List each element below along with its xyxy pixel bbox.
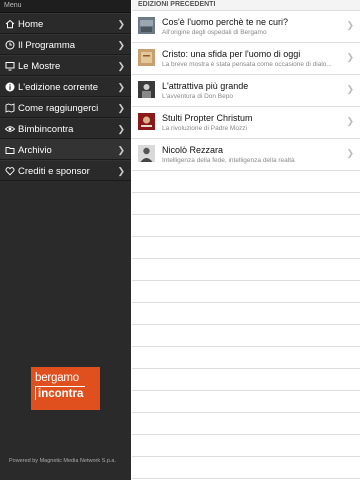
sidebar-item-label: Il Programma xyxy=(18,40,76,51)
eye-icon xyxy=(5,126,15,132)
sidebar-item-come-raggiungerci[interactable]: Come raggiungerci ❯ xyxy=(0,97,131,118)
chevron-right-icon: ❯ xyxy=(346,20,354,30)
list-item[interactable]: Nicolò Rezzara Intelligenza della fede, … xyxy=(132,139,360,171)
item-title: Stulti Propter Christum xyxy=(162,113,253,123)
sidebar-item-mostre[interactable]: Le Mostre ❯ xyxy=(0,55,131,76)
sidebar-item-label: Archivio xyxy=(18,145,52,156)
powered-by-text: Powered by Magnetic Media Network S.p.a. xyxy=(9,458,116,464)
screen-icon xyxy=(5,62,15,71)
sidebar-item-archivio[interactable]: Archivio ❯ xyxy=(0,139,131,160)
chevron-right-icon: ❯ xyxy=(346,84,354,94)
empty-row xyxy=(132,369,360,391)
chevron-right-icon: ❯ xyxy=(346,116,354,126)
painting-thumb xyxy=(138,17,155,34)
chevron-right-icon: ❯ xyxy=(117,82,125,92)
empty-row xyxy=(132,325,360,347)
logo-line2: incontra xyxy=(35,386,86,400)
sidebar-item-label: Home xyxy=(18,19,44,30)
item-title: L'attrattiva più grande xyxy=(162,81,249,91)
sidebar: Menu Home ❯ Il Programma ❯ Le Mostre ❯ L… xyxy=(0,0,131,480)
clock-icon xyxy=(5,40,15,50)
item-subtitle: La breve mostra è stata pensata come occ… xyxy=(162,61,332,68)
menu-header: Menu xyxy=(0,0,131,13)
empty-row xyxy=(132,237,360,259)
chevron-right-icon: ❯ xyxy=(346,52,354,62)
chevron-right-icon: ❯ xyxy=(117,61,125,71)
list-item[interactable]: Stulti Propter Christum La rivoluzione d… xyxy=(132,107,360,139)
empty-row xyxy=(132,303,360,325)
sidebar-item-label: Le Mostre xyxy=(18,61,61,72)
sidebar-item-edizione-corrente[interactable]: L'edizione corrente ❯ xyxy=(0,76,131,97)
bergamo-incontra-logo: bergamo incontra xyxy=(31,367,100,410)
map-icon xyxy=(5,103,15,113)
chevron-right-icon: ❯ xyxy=(346,148,354,158)
sidebar-item-label: Come raggiungerci xyxy=(18,103,99,114)
home-icon xyxy=(5,19,15,29)
book-thumb xyxy=(138,49,155,66)
list-item[interactable]: L'attrattiva più grande L'avventura di D… xyxy=(132,75,360,107)
empty-row xyxy=(132,281,360,303)
empty-row xyxy=(132,457,360,479)
chevron-right-icon: ❯ xyxy=(117,166,125,176)
item-subtitle: Intelligenza della fede, intelligenza de… xyxy=(162,157,295,164)
sidebar-item-programma[interactable]: Il Programma ❯ xyxy=(0,34,131,55)
empty-row xyxy=(132,259,360,281)
empty-row xyxy=(132,171,360,193)
list-item[interactable]: Cos'è l'uomo perchè te ne curi? All'orig… xyxy=(132,11,360,43)
chevron-right-icon: ❯ xyxy=(117,19,125,29)
sidebar-item-crediti[interactable]: Crediti e sponsor ❯ xyxy=(0,160,131,181)
empty-row xyxy=(132,435,360,457)
chevron-right-icon: ❯ xyxy=(117,40,125,50)
item-subtitle: La rivoluzione di Padre Mozzi xyxy=(162,125,247,132)
item-subtitle: All'origine degli ospedali di Bergamo xyxy=(162,29,267,36)
item-title: Nicolò Rezzara xyxy=(162,145,224,155)
sidebar-item-bimbincontra[interactable]: Bimbincontra ❯ xyxy=(0,118,131,139)
empty-row xyxy=(132,215,360,237)
portrait-thumb xyxy=(138,145,155,162)
logo-line1: bergamo xyxy=(35,372,79,384)
item-title: Cos'è l'uomo perchè te ne curi? xyxy=(162,17,289,27)
sidebar-item-home[interactable]: Home ❯ xyxy=(0,13,131,34)
section-title: EDIZIONI PRECEDENTI xyxy=(132,0,360,11)
empty-row xyxy=(132,347,360,369)
empty-row xyxy=(132,413,360,435)
sidebar-item-label: Bimbincontra xyxy=(18,124,74,135)
chevron-right-icon: ❯ xyxy=(117,124,125,134)
list-item[interactable]: Cristo: una sfida per l'uomo di oggi La … xyxy=(132,43,360,75)
sidebar-item-label: Crediti e sponsor xyxy=(18,166,90,177)
empty-row xyxy=(132,193,360,215)
photo-thumb xyxy=(138,81,155,98)
archive-list: EDIZIONI PRECEDENTI Cos'è l'uomo perchè … xyxy=(132,0,360,480)
info-icon xyxy=(5,82,15,92)
red-cover-thumb xyxy=(138,113,155,130)
folder-icon xyxy=(5,147,15,154)
empty-row xyxy=(132,391,360,413)
item-subtitle: L'avventura di Don Bepo xyxy=(162,93,233,100)
sidebar-item-label: L'edizione corrente xyxy=(18,82,98,93)
item-title: Cristo: una sfida per l'uomo di oggi xyxy=(162,49,301,59)
chevron-right-icon: ❯ xyxy=(117,145,125,155)
heart-icon xyxy=(5,167,15,176)
chevron-right-icon: ❯ xyxy=(117,103,125,113)
